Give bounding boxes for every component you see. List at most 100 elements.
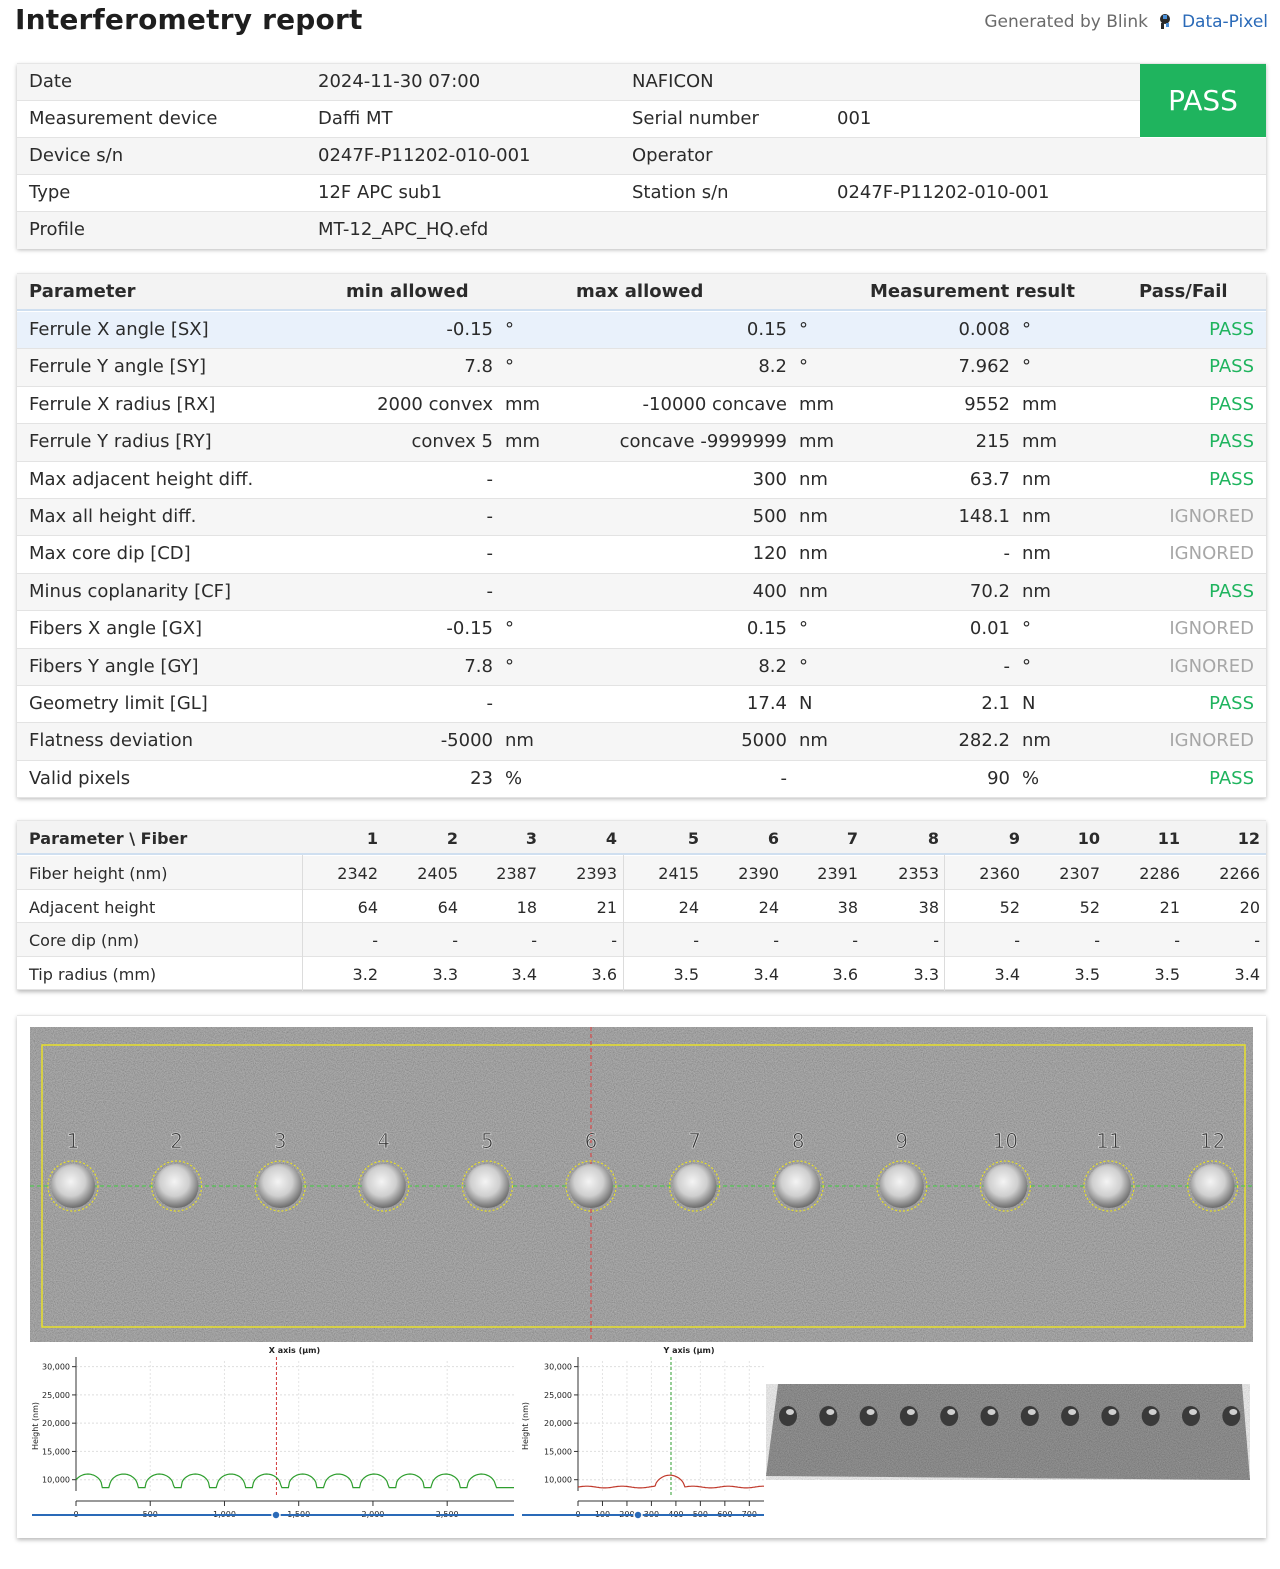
fiber-cell: 3.2 [352, 964, 378, 984]
info-row-profile: Profile MT-12_APC_HQ.efd [17, 212, 1266, 249]
fiber-row-label: Fiber height (nm) [29, 864, 168, 883]
brand-link[interactable]: Data-Pixel [1182, 12, 1268, 32]
fiber-cell: - [1174, 931, 1180, 950]
measurement-value: 215 [975, 431, 1010, 453]
generated-by-text: Generated by Blink [984, 12, 1148, 32]
3d-dome-highlight [786, 1409, 794, 1415]
parameter-name: Geometry limit [GL] [29, 693, 208, 714]
3d-dome-highlight [1229, 1409, 1238, 1415]
fiber-number-label: 7 [688, 1129, 701, 1153]
parameter-row: Max all height diff. - 500 nm 148.1 nm IGNORED [17, 499, 1266, 537]
profile-value: MT-12_APC_HQ.efd [318, 219, 489, 240]
fiber-number-label: 6 [585, 1129, 598, 1153]
info-row-type: Type 12F APC sub1 Station s/n 0247F-P112… [17, 175, 1266, 212]
fiber-column-header: 11 [1157, 829, 1180, 848]
3d-dome-highlight [906, 1409, 915, 1415]
serial-label: Serial number [632, 108, 759, 129]
report-header: Interferometry report Generated by Blink… [0, 0, 1280, 56]
measurement-value: - [1003, 543, 1011, 565]
fiber-endface [879, 1164, 924, 1208]
measurement-value: 7.962 [958, 356, 1010, 378]
fiber-endface [51, 1164, 95, 1208]
status-badge: PASS [1209, 693, 1254, 714]
measurement-value: 0.01 [969, 618, 1010, 640]
height-profile-series [75, 1473, 514, 1489]
fiber-cell: 24 [678, 897, 699, 917]
min-allowed-unit: ° [505, 655, 514, 677]
fiber-row: Fiber height (nm) 2342 2405 2387 2393 2415 239… [17, 856, 1266, 890]
parameter-name: Fibers Y angle [GY] [29, 655, 199, 677]
fiber-endface [154, 1164, 199, 1208]
max-allowed-unit: nm [799, 468, 828, 490]
chart-scrollbar-handle[interactable] [271, 1510, 281, 1520]
3d-dome-highlight [826, 1409, 835, 1415]
y-tick-label: 15,000 [544, 1447, 572, 1456]
3d-fiber-dome [1141, 1406, 1160, 1426]
fiber-cell: - [452, 931, 458, 950]
min-allowed-value: - [486, 506, 494, 527]
fiber-cell: - [852, 931, 858, 950]
parameter-table-header: Parameter min allowed max allowed Measur… [17, 274, 1266, 311]
fiber-table-header: Parameter \ Fiber 1 2 3 4 5 6 7 8 9 10 11 12 [17, 821, 1266, 855]
fiber-cell: 2405 [417, 864, 458, 883]
fiber-column-header: 2 [446, 829, 458, 848]
fiber-cell: - [1014, 931, 1020, 950]
3d-surface-texture [766, 1384, 1250, 1480]
fiber-cell: 2393 [576, 864, 617, 883]
fiber-cell: - [1094, 931, 1100, 950]
device-sn-label: Device s/n [29, 145, 124, 166]
divider [302, 855, 303, 991]
fiber-cell: 2342 [337, 864, 378, 883]
fiber-cell: 2415 [658, 864, 699, 883]
max-allowed-value: 500 [752, 506, 787, 527]
fiber-cell: 64 [357, 897, 378, 917]
measurement-value: 9552 [964, 393, 1010, 415]
max-allowed-value: 300 [752, 468, 787, 490]
y-tick-label: 25,000 [42, 1391, 70, 1400]
parameter-name: Max all height diff. [29, 506, 197, 527]
3d-fiber-dome [1061, 1406, 1080, 1426]
info-card: Date 2024-11-30 07:00 NAFICON Measuremen… [17, 63, 1266, 249]
profile-label: Profile [29, 219, 85, 240]
status-badge: IGNORED [1169, 730, 1254, 752]
fiber-number-label: 10 [993, 1129, 1018, 1153]
fiber-column-header: 7 [846, 829, 858, 848]
status-badge: PASS [1209, 468, 1254, 490]
page-title: Interferometry report [15, 3, 363, 36]
overall-result-badge: PASS [1140, 64, 1266, 137]
chart-scrollbar-handle[interactable] [633, 1510, 643, 1520]
parameter-name: Ferrule Y radius [RY] [29, 431, 212, 453]
fiber-cell: 2387 [496, 864, 537, 883]
fiber-number-label: 12 [1200, 1129, 1225, 1153]
measurement-unit: N [1022, 693, 1036, 714]
fiber-cell: 3.3 [913, 964, 939, 984]
data-pixel-logo-icon [1159, 14, 1170, 29]
fiber-row-label: Tip radius (mm) [29, 964, 157, 984]
fiber-cell: 2307 [1059, 864, 1100, 883]
max-allowed-value: 8.2 [758, 356, 787, 378]
ferrule-surface-image: 1 2 3 4 5 6 7 8 9 10 11 12 [30, 1027, 1253, 1342]
interferometry-image[interactable]: 1 2 3 4 5 6 7 8 9 10 11 12 [30, 1027, 1253, 1342]
3d-surface-view[interactable] [764, 1376, 1254, 1491]
fiber-endface [776, 1164, 821, 1208]
fiber-cell: 18 [516, 897, 537, 917]
measurement-value: 70.2 [969, 580, 1010, 602]
min-allowed-unit: mm [505, 393, 541, 415]
parameter-name: Fibers X angle [GX] [29, 618, 203, 640]
fiber-column-header: 5 [687, 829, 699, 848]
parameter-name: Ferrule X angle [SX] [29, 319, 209, 340]
fiber-endface [1087, 1164, 1131, 1208]
fiber-endface [465, 1164, 510, 1208]
max-allowed-unit: ° [799, 356, 808, 378]
fiber-cell: 38 [918, 897, 939, 917]
fiber-cell: 3.5 [673, 964, 699, 984]
x-profile-chart: X axis (µm) Height (nm) 10,000 15,000 20,000… [31, 1346, 514, 1520]
fiber-column-header: 10 [1077, 829, 1100, 848]
y-axis-label: Height (nm) [31, 1402, 40, 1450]
max-allowed-value: - [780, 767, 788, 789]
y-axis-label: Height (nm) [521, 1402, 530, 1450]
fiber-column-header: 12 [1237, 829, 1260, 848]
measurement-value: 63.7 [969, 468, 1010, 490]
min-allowed-value: 7.8 [464, 356, 493, 378]
parameter-row: Ferrule X radius [RX] 2000 convex mm -10000… [17, 387, 1266, 425]
